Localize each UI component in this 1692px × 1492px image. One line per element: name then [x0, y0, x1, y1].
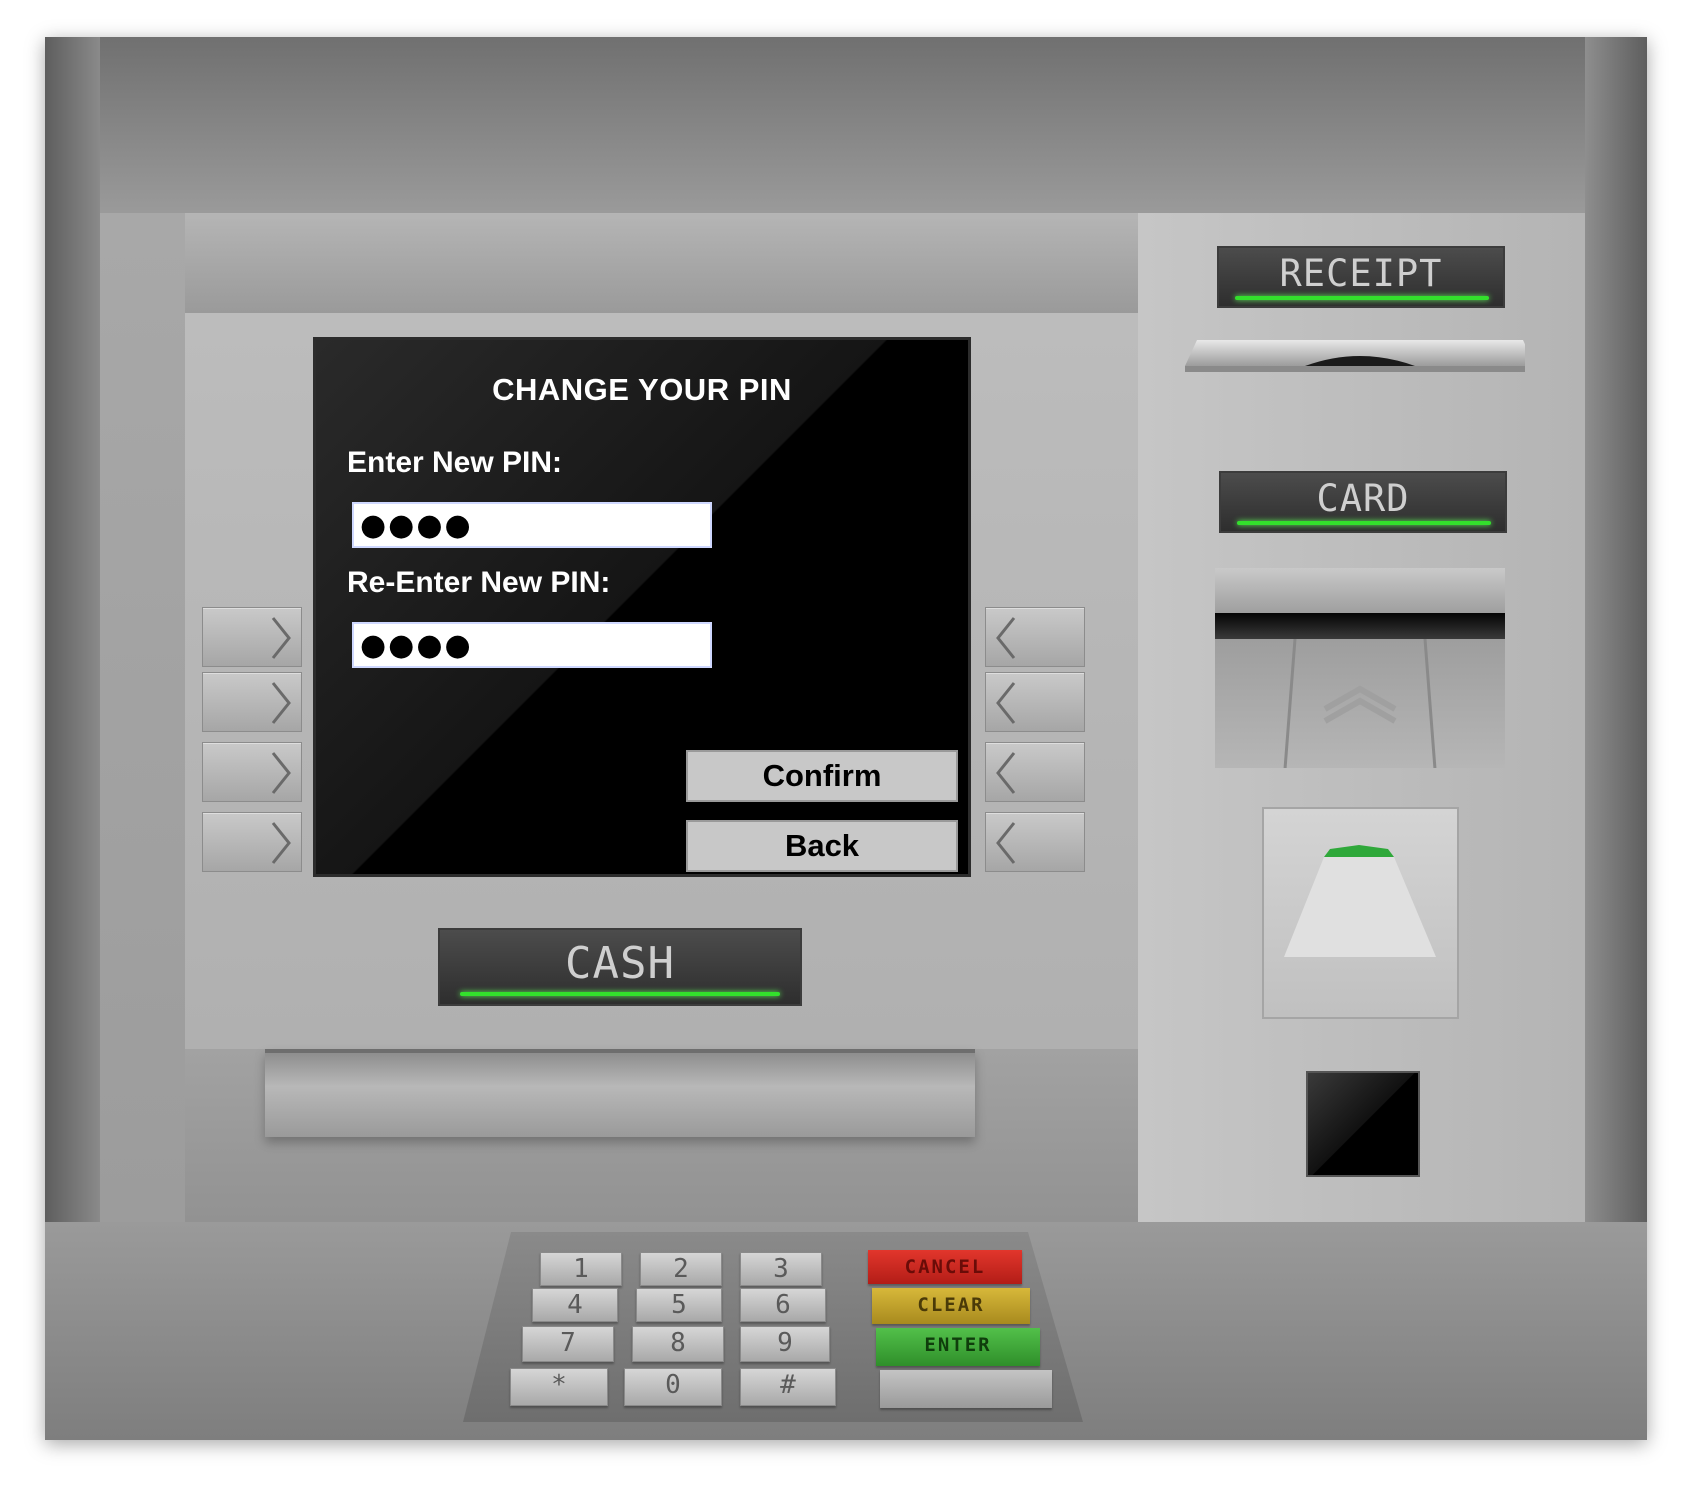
back-button[interactable]: Back: [686, 820, 958, 872]
key-hash[interactable]: #: [740, 1368, 836, 1406]
chevron-left-icon: [996, 617, 1016, 659]
side-key-right-1[interactable]: [985, 607, 1085, 667]
card-insert-arrow-icon: [1283, 639, 1437, 768]
card-reader[interactable]: [1215, 568, 1505, 768]
key-star[interactable]: *: [510, 1368, 608, 1406]
key-4[interactable]: 4: [532, 1288, 618, 1322]
chevron-right-icon: [271, 617, 291, 659]
new-pin-label: Enter New PIN:: [347, 446, 563, 479]
card-light-panel: [1262, 807, 1459, 1019]
chevron-right-icon: [271, 682, 291, 724]
reenter-pin-label: Re-Enter New PIN:: [347, 566, 611, 599]
key-8[interactable]: 8: [632, 1326, 724, 1362]
key-5[interactable]: 5: [636, 1288, 722, 1322]
side-key-left-4[interactable]: [202, 812, 302, 872]
cash-dispenser-slot[interactable]: [265, 1049, 975, 1137]
side-key-left-1[interactable]: [202, 607, 302, 667]
chevron-right-icon: [271, 752, 291, 794]
side-key-right-4[interactable]: [985, 812, 1085, 872]
atm-top-wall: [45, 37, 1647, 213]
atm-screen: CHANGE YOUR PIN Enter New PIN: Re-Enter …: [313, 337, 971, 877]
sensor-window: [1306, 1071, 1420, 1177]
screen-hood: [185, 213, 1165, 313]
chevron-left-icon: [996, 682, 1016, 724]
receipt-label: RECEIPT: [1279, 252, 1443, 295]
receipt-slot[interactable]: [1185, 336, 1525, 376]
chevron-left-icon: [996, 752, 1016, 794]
reenter-pin-input[interactable]: [352, 622, 712, 668]
enter-key[interactable]: ENTER: [876, 1328, 1040, 1366]
cancel-key[interactable]: CANCEL: [868, 1250, 1022, 1284]
card-label: CARD: [1316, 477, 1410, 520]
receipt-indicator-light: [1235, 296, 1489, 300]
screen-title: CHANGE YOUR PIN: [492, 372, 792, 407]
side-key-left-2[interactable]: [202, 672, 302, 732]
key-9[interactable]: 9: [740, 1326, 830, 1362]
cash-plate: CASH: [438, 928, 802, 1006]
confirm-button[interactable]: Confirm: [686, 750, 958, 802]
card-trapezoid-icon: [1284, 845, 1436, 957]
new-pin-input[interactable]: [352, 502, 712, 548]
chevron-left-icon: [996, 822, 1016, 864]
blank-key[interactable]: [880, 1370, 1052, 1408]
key-7[interactable]: 7: [522, 1326, 614, 1362]
key-2[interactable]: 2: [640, 1252, 722, 1286]
side-key-right-3[interactable]: [985, 742, 1085, 802]
cash-indicator-light: [460, 992, 780, 996]
key-3[interactable]: 3: [740, 1252, 822, 1286]
key-0[interactable]: 0: [624, 1368, 722, 1406]
key-1[interactable]: 1: [540, 1252, 622, 1286]
card-indicator-light: [1237, 521, 1491, 525]
receipt-plate: RECEIPT: [1217, 246, 1505, 308]
clear-key[interactable]: CLEAR: [872, 1288, 1030, 1324]
card-slot: [1215, 613, 1505, 639]
side-key-right-2[interactable]: [985, 672, 1085, 732]
cash-label: CASH: [565, 938, 675, 989]
side-key-left-3[interactable]: [202, 742, 302, 802]
card-plate: CARD: [1219, 471, 1507, 533]
chevron-right-icon: [271, 822, 291, 864]
key-6[interactable]: 6: [740, 1288, 826, 1322]
